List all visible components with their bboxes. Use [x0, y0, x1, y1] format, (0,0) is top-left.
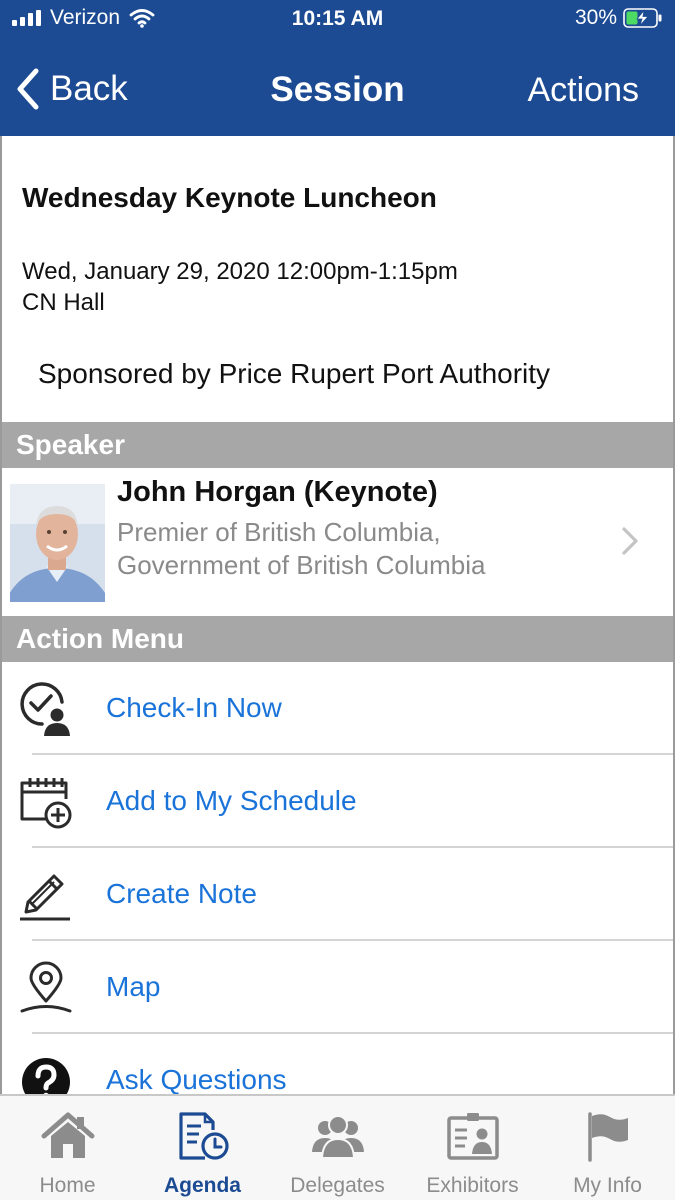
battery-charging-icon: [623, 8, 662, 28]
back-label: Back: [50, 69, 128, 108]
battery-percent: 30%: [574, 6, 617, 29]
action-menu-header: Action Menu: [0, 616, 675, 662]
tab-exhibitors[interactable]: Exhibitors: [405, 1096, 540, 1200]
check-in-icon: [20, 682, 70, 736]
flag-icon: [587, 1112, 628, 1162]
tab-delegates[interactable]: Delegates: [270, 1096, 405, 1200]
pencil-icon: [20, 874, 70, 921]
speaker-title-line-2: Government of British Columbia: [117, 550, 486, 580]
back-button[interactable]: Back: [16, 68, 128, 110]
tab-home[interactable]: Home: [0, 1096, 135, 1200]
action-check-in[interactable]: Check-In Now: [0, 662, 675, 755]
exhibitors-icon: [446, 1113, 499, 1160]
question-icon: [22, 1058, 70, 1094]
speaker-title-line-1: Premier of British Columbia,: [117, 517, 441, 547]
action-map[interactable]: Map: [0, 941, 675, 1034]
action-ask-questions[interactable]: Ask Questions: [0, 1034, 675, 1094]
session-content[interactable]: Wednesday Keynote Luncheon Wed, January …: [0, 136, 675, 1094]
session-title: Wednesday Keynote Luncheon: [22, 182, 437, 213]
tab-label: Agenda: [163, 1174, 241, 1197]
status-time: 10:15 AM: [291, 7, 384, 30]
delegates-icon: [311, 1115, 364, 1159]
action-create-note[interactable]: Create Note: [0, 848, 675, 941]
speaker-name: John Horgan (Keynote): [117, 476, 438, 508]
agenda-icon: [178, 1112, 229, 1160]
home-icon: [41, 1112, 94, 1158]
action-label: Ask Questions: [106, 1064, 287, 1094]
content-border-left: [0, 136, 2, 1094]
speaker-title: Premier of British Columbia, Government …: [117, 516, 485, 582]
battery-status: 30%: [575, 6, 663, 30]
tab-label: My Info: [573, 1174, 642, 1197]
tab-label: Exhibitors: [426, 1174, 519, 1197]
status-bar: Verizon 10:15 AM 30%: [0, 0, 675, 38]
navigation-bar: Back Session Actions: [0, 38, 675, 136]
action-label: Create Note: [106, 878, 257, 909]
calendar-add-icon: [20, 778, 72, 829]
tab-agenda[interactable]: Agenda: [135, 1096, 270, 1200]
tab-label: Delegates: [290, 1174, 385, 1197]
chevron-right-icon: [622, 527, 638, 555]
actions-button[interactable]: Actions: [528, 71, 640, 110]
session-room: CN Hall: [22, 289, 105, 316]
action-label: Check-In Now: [106, 692, 282, 723]
speaker-photo: [10, 484, 105, 602]
action-add-schedule[interactable]: Add to My Schedule: [0, 755, 675, 848]
session-sponsor: Sponsored by Price Rupert Port Authority: [38, 358, 551, 389]
tab-bar: Home Agenda Delegates Exhibitors My Info: [0, 1094, 675, 1200]
chevron-left-icon: [17, 68, 39, 110]
action-label: Map: [106, 971, 161, 1002]
tab-my-info[interactable]: My Info: [540, 1096, 675, 1200]
action-label: Add to My Schedule: [106, 785, 357, 816]
map-pin-icon: [20, 961, 72, 1013]
speaker-section-header: Speaker: [0, 422, 675, 468]
tab-label: Home: [39, 1174, 96, 1197]
session-datetime: Wed, January 29, 2020 12:00pm-1:15pm: [22, 258, 458, 285]
speaker-row[interactable]: John Horgan (Keynote) Premier of British…: [0, 468, 675, 616]
